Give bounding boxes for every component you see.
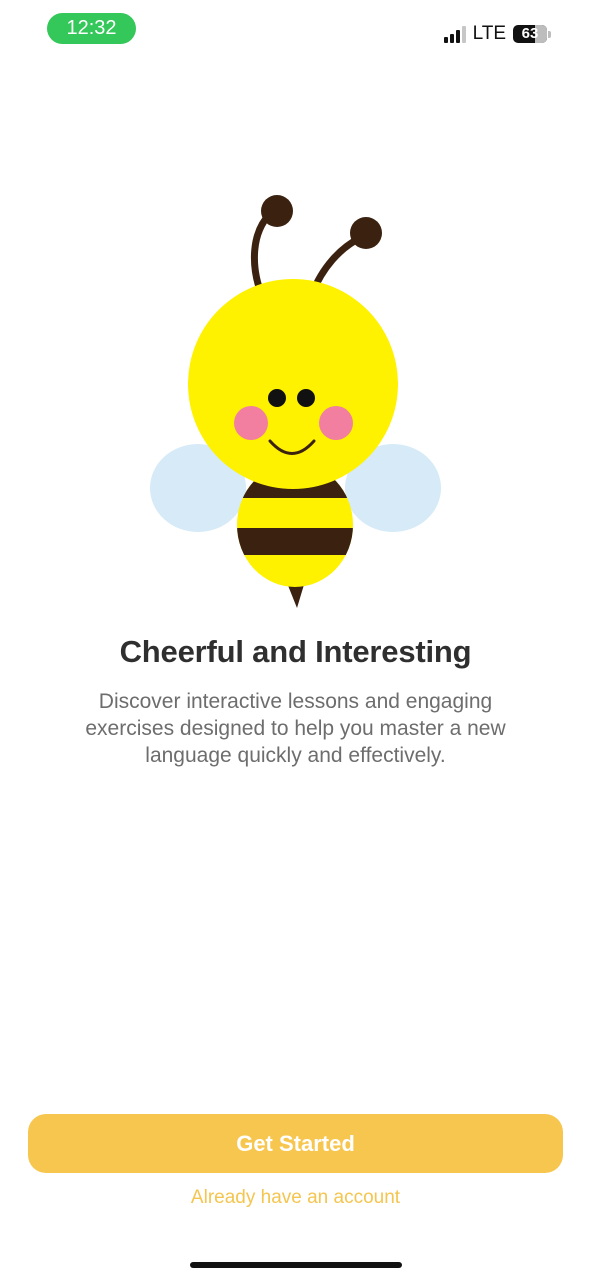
- onboarding-title: Cheerful and Interesting: [119, 634, 472, 669]
- left-antenna-tip: [261, 195, 293, 227]
- right-eye: [297, 389, 315, 407]
- battery-cap: [548, 30, 551, 38]
- battery-icon: 63: [513, 25, 547, 43]
- body-stripe-bottom: [237, 528, 353, 555]
- left-cheek: [234, 406, 268, 440]
- onboarding-description: Discover interactive lessons and engagin…: [85, 690, 506, 767]
- get-started-button[interactable]: Get Started: [28, 1114, 563, 1173]
- already-have-account-link[interactable]: Already have an account: [0, 1187, 591, 1209]
- right-antenna-tip: [350, 217, 382, 249]
- right-cheek: [319, 406, 353, 440]
- home-indicator[interactable]: [190, 1262, 402, 1268]
- status-indicators: LTE 63: [443, 20, 551, 48]
- left-eye: [268, 389, 286, 407]
- status-time: 12:32: [47, 13, 136, 44]
- network-type-label: LTE: [472, 23, 506, 44]
- bee-head: [188, 279, 398, 489]
- status-bar: 12:32 LTE 63: [0, 0, 591, 64]
- bee-illustration: [150, 195, 441, 608]
- battery-level: 63: [521, 25, 539, 42]
- cellular-signal-icon: [443, 25, 466, 43]
